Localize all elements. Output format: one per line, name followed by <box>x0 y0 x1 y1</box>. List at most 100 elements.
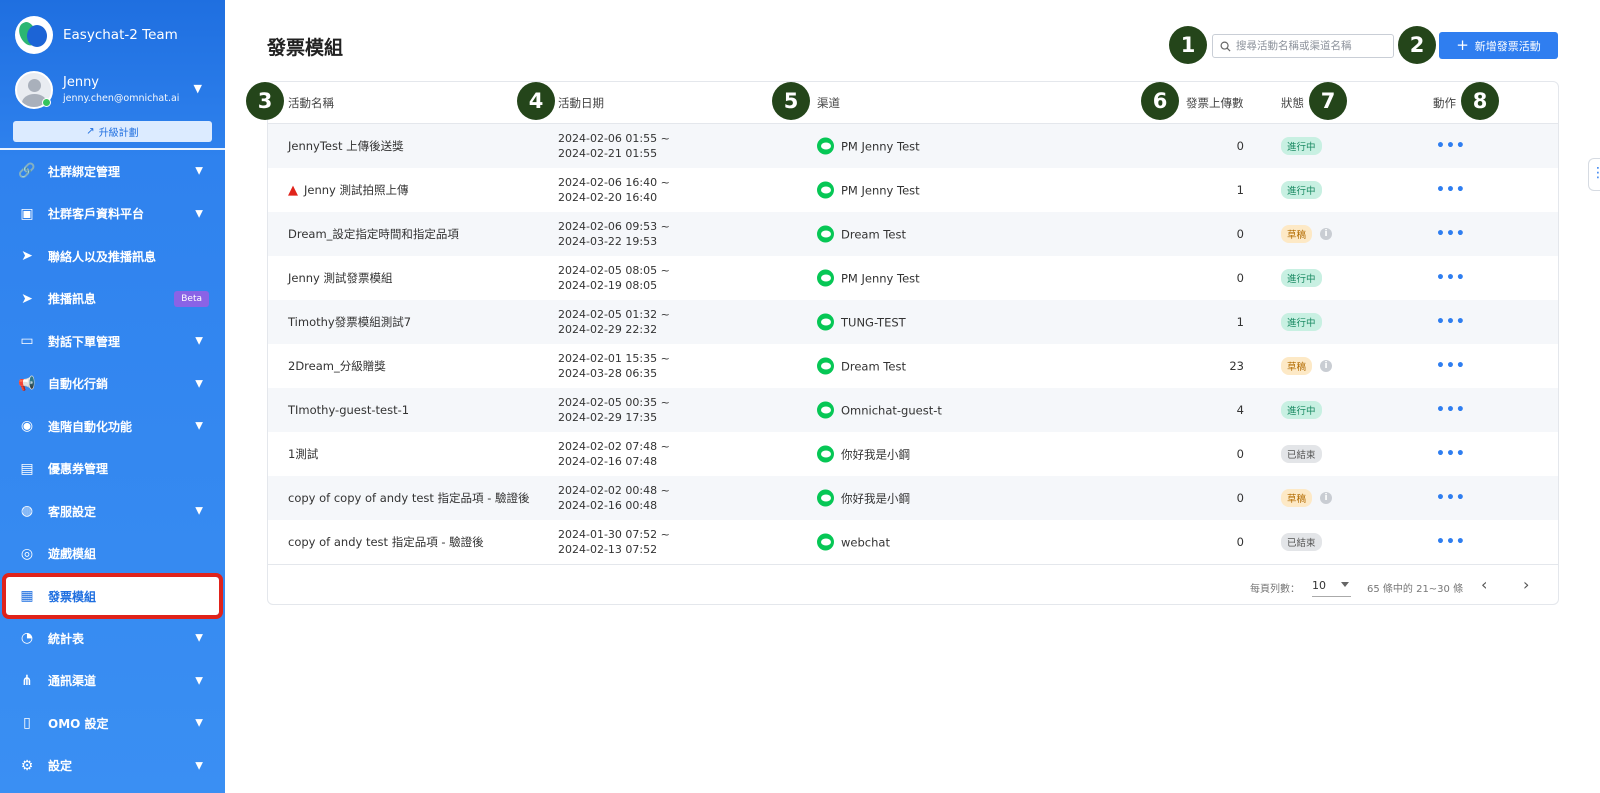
info-icon[interactable]: i <box>1320 492 1333 504</box>
sidebar-item-14[interactable]: ⚙ 設定 ▼ <box>0 745 225 788</box>
sidebar-item-2[interactable]: ➤ 聯絡人以及推播訊息 <box>0 235 225 278</box>
team-switcher[interactable]: Easychat-2 Team <box>15 16 178 54</box>
line-icon <box>817 137 834 155</box>
rows-per-page-select[interactable]: 10 <box>1312 573 1351 597</box>
table-row[interactable]: Dream_設定指定時間和指定品項 2024-02-06 09:53 ~2024-… <box>268 212 1558 256</box>
table-row[interactable]: Jenny 測試發票模組 2024-02-05 08:05 ~ 2024-02-19… <box>268 256 1558 300</box>
campaign-name-cell[interactable]: copy of andy test 指定品項 - 驗證後 <box>288 534 484 550</box>
chevron-down-icon[interactable]: ▼ <box>195 718 203 729</box>
user-info: Jenny jenny.chen@omnichat.ai <box>63 75 179 106</box>
more-actions-button[interactable]: ••• <box>1436 402 1466 418</box>
more-actions-button[interactable]: ••• <box>1436 446 1466 462</box>
more-actions-button[interactable]: ••• <box>1436 270 1466 286</box>
status-cell: 已結束 <box>1281 445 1322 463</box>
chevron-down-icon[interactable]: ▼ <box>195 378 203 389</box>
sidebar-item-13[interactable]: ▯ OMO 設定 ▼ <box>0 702 225 745</box>
sidebar-item-9[interactable]: ◎ 遊戲模組 <box>0 533 225 576</box>
status-cell: 進行中 <box>1281 313 1322 331</box>
side-panel-handle[interactable] <box>1588 158 1600 191</box>
chevron-down-icon[interactable]: ▼ <box>194 82 202 95</box>
sidebar-item-label: 推播訊息 <box>48 292 97 307</box>
table-row[interactable]: ▲ Jenny 測試拍照上傳 2024-02-06 16:40 ~ 2024-02-2… <box>268 168 1558 212</box>
status-badge: 進行中 <box>1281 181 1322 199</box>
date-end: 2024-02-16 00:48 <box>558 499 658 512</box>
date-end: 2024-03-22 19:53 <box>558 235 658 248</box>
sidebar-item-6[interactable]: ◉ 進階自動化功能 ▼ <box>0 405 225 448</box>
sidebar-item-7[interactable]: ▤ 優惠券管理 <box>0 448 225 491</box>
chevron-down-icon[interactable]: ▼ <box>195 760 203 771</box>
date-cell: 2024-02-06 16:40 ~ 2024-02-20 16:40 <box>558 175 670 205</box>
sidebar-item-11[interactable]: ◔ 統計表 ▼ <box>0 617 225 660</box>
chevron-down-icon[interactable]: ▼ <box>195 675 203 686</box>
more-actions-button[interactable]: ••• <box>1436 226 1466 242</box>
chevron-down-icon[interactable]: ▼ <box>195 421 203 432</box>
column-header-name[interactable]: 活動名稱 <box>288 95 334 111</box>
next-page-button[interactable]: › <box>1523 575 1529 594</box>
table-row[interactable]: 2Dream_分級贈獎 2024-02-01 15:35 ~ 2024-03-28 … <box>268 344 1558 388</box>
chevron-down-icon[interactable]: ▼ <box>195 208 203 219</box>
previous-page-button[interactable]: ‹ <box>1481 575 1487 594</box>
chevron-down-icon[interactable]: ▼ <box>195 506 203 517</box>
table-row[interactable]: copy of copy of andy test 指定品項 - 驗證後 2024… <box>268 476 1558 520</box>
more-actions-button[interactable]: ••• <box>1436 182 1466 198</box>
more-actions-button[interactable]: ••• <box>1436 138 1466 154</box>
more-actions-button[interactable]: ••• <box>1436 534 1466 550</box>
column-header-date[interactable]: 活動日期 <box>558 95 604 111</box>
user-email: jenny.chen@omnichat.ai <box>63 92 180 104</box>
campaign-name-cell[interactable]: 1測試 <box>288 446 318 462</box>
campaign-name-cell[interactable]: Dream_設定指定時間和指定品項 <box>288 226 459 242</box>
chevron-down-icon[interactable]: ▼ <box>195 166 203 177</box>
campaign-name: 1測試 <box>288 447 319 461</box>
status-badge: 進行中 <box>1281 313 1322 331</box>
upgrade-plan-button[interactable]: ↗ 升級計劃 <box>13 121 212 142</box>
sidebar-item-label: 社群客戶資料平台 <box>48 207 145 222</box>
column-header-uploads[interactable]: 發票上傳數 <box>1186 95 1244 111</box>
campaign-name-cell[interactable]: TImothy-guest-test-1 <box>288 403 409 417</box>
table-row[interactable]: JennyTest 上傳後送獎 2024-02-06 01:55 ~2024-02… <box>268 124 1558 168</box>
sidebar-item-label: 社群綁定管理 <box>48 164 121 179</box>
table-row[interactable]: Timothy發票模組測試7 2024-02-05 01:32 ~2024-02-… <box>268 300 1558 344</box>
sidebar-item-0[interactable]: 🔗 社群綁定管理 ▼ <box>0 150 225 193</box>
sidebar-item-3[interactable]: ➤ 推播訊息 Beta <box>0 278 225 321</box>
sidebar-item-12[interactable]: ⋔ 通訊渠道 ▼ <box>0 660 225 703</box>
chevron-down-icon[interactable]: ▼ <box>195 336 203 347</box>
more-actions-button[interactable]: ••• <box>1436 358 1466 374</box>
table-row[interactable]: TImothy-guest-test-1 2024-02-05 00:35 ~20… <box>268 388 1558 432</box>
shopping-bag-icon: ▭ <box>20 333 34 350</box>
beta-badge: Beta <box>174 290 209 307</box>
column-header-status[interactable]: 狀態 <box>1281 95 1304 111</box>
campaign-name-cell[interactable]: ▲ Jenny 測試拍照上傳 <box>288 182 409 198</box>
line-icon <box>817 313 834 331</box>
search-box[interactable] <box>1212 34 1394 58</box>
sidebar-item-label: 優惠券管理 <box>48 462 109 477</box>
sidebar-item-label: 通訊渠道 <box>48 674 97 689</box>
sidebar-item-5[interactable]: 📢 自動化行銷 ▼ <box>0 363 225 406</box>
campaign-name-cell[interactable]: Timothy發票模組測試7 <box>288 314 411 330</box>
table-row[interactable]: copy of andy test 指定品項 - 驗證後 2024-01-30 0… <box>268 520 1558 564</box>
warning-icon: ▲ <box>288 182 298 198</box>
marker-3: 3 <box>246 82 284 120</box>
channel-name: PM Jenny Test <box>841 139 920 153</box>
campaign-name-cell[interactable]: 2Dream_分級贈獎 <box>288 358 386 374</box>
more-actions-button[interactable]: ••• <box>1436 490 1466 506</box>
more-actions-button[interactable]: ••• <box>1436 314 1466 330</box>
sidebar-item-label: 對話下單管理 <box>48 334 121 349</box>
upgrade-label: 升級計劃 <box>98 128 139 139</box>
table-row[interactable]: 1測試 2024-02-02 07:48 ~ 2024-02-16 07:48 你好我… <box>268 432 1558 476</box>
campaign-name-cell[interactable]: copy of copy of andy test 指定品項 - 驗證後 <box>288 490 530 506</box>
campaign-name-cell[interactable]: JennyTest 上傳後送獎 <box>288 138 404 154</box>
info-icon[interactable]: i <box>1320 228 1333 240</box>
chevron-down-icon[interactable]: ▼ <box>195 633 203 644</box>
campaign-name: Timothy發票模組測試7 <box>288 315 412 329</box>
sidebar-item-8[interactable]: ◍ 客服設定 ▼ <box>0 490 225 533</box>
channel-name: 你好我是小鋼 <box>841 447 910 461</box>
search-input[interactable] <box>1236 40 1386 52</box>
column-header-channel[interactable]: 渠道 <box>817 95 840 111</box>
add-invoice-campaign-button[interactable]: + 新增發票活動 <box>1439 32 1558 59</box>
sidebar-item-4[interactable]: ▭ 對話下單管理 ▼ <box>0 320 225 363</box>
sidebar-item-10[interactable]: ▦ 發票模組 <box>2 573 223 619</box>
campaign-name-cell[interactable]: Jenny 測試發票模組 <box>288 270 393 286</box>
info-icon[interactable]: i <box>1320 360 1333 372</box>
status-badge: 已結束 <box>1281 533 1322 551</box>
sidebar-item-1[interactable]: ▣ 社群客戶資料平台 ▼ <box>0 193 225 236</box>
